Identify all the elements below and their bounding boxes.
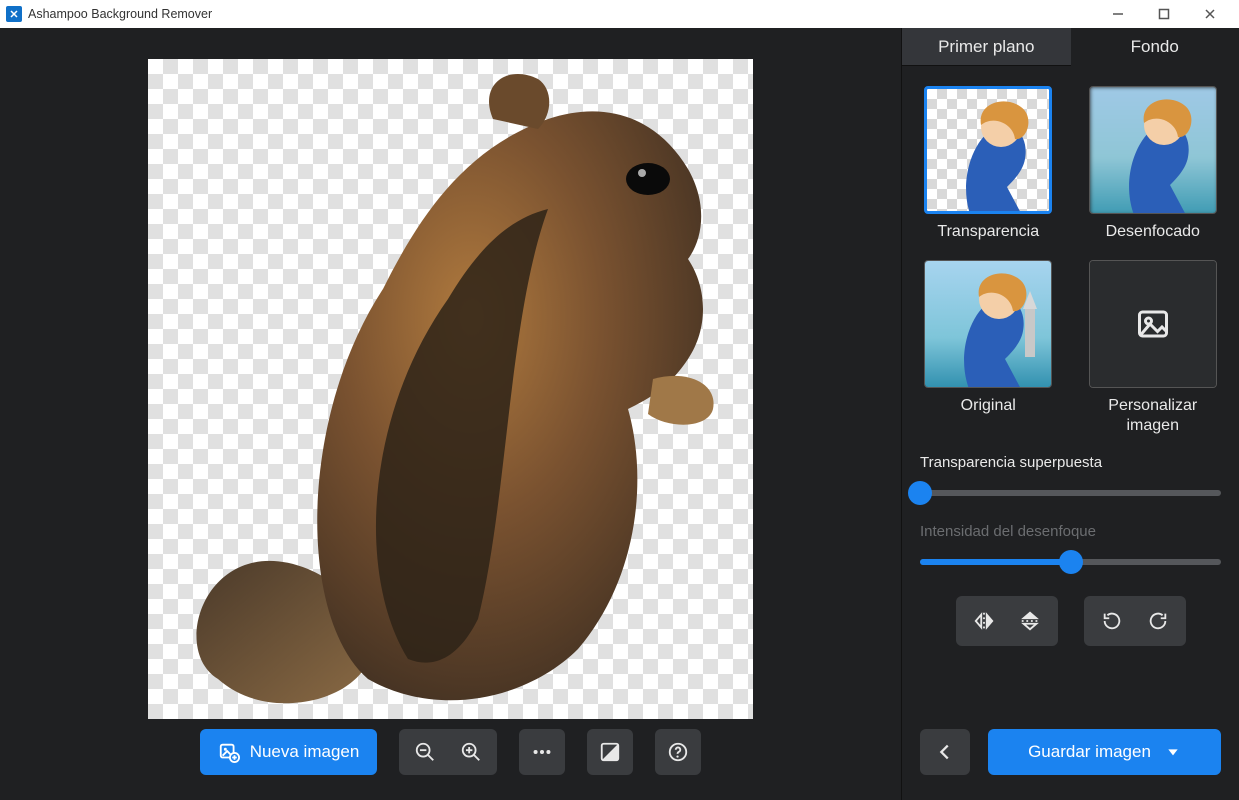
blur-slider[interactable] xyxy=(920,550,1221,574)
help-icon xyxy=(667,741,689,763)
bg-option-custom-label: Personalizarimagen xyxy=(1108,396,1197,436)
flip-vertical-button[interactable] xyxy=(1012,603,1048,639)
back-button[interactable] xyxy=(920,729,970,775)
more-icon xyxy=(531,741,553,763)
rotate-ccw-button[interactable] xyxy=(1094,603,1130,639)
caret-down-icon xyxy=(1165,744,1181,760)
image-plus-icon xyxy=(218,741,240,763)
tab-background[interactable]: Fondo xyxy=(1071,28,1239,66)
bg-option-blurred[interactable] xyxy=(1089,86,1217,214)
titlebar: Ashampoo Background Remover xyxy=(0,0,1239,28)
rotate-cw-icon xyxy=(1147,610,1169,632)
rotate-group xyxy=(1084,596,1186,646)
app-title: Ashampoo Background Remover xyxy=(28,7,212,21)
flip-horizontal-button[interactable] xyxy=(966,603,1002,639)
tabs: Primer plano Fondo xyxy=(902,28,1239,66)
app-icon xyxy=(6,6,22,22)
canvas-pane: Nueva imagen xyxy=(0,28,901,800)
subject-foreground xyxy=(148,59,753,719)
zoom-in-icon xyxy=(460,741,482,763)
window-minimize-button[interactable] xyxy=(1095,0,1141,28)
flip-horizontal-icon xyxy=(973,610,995,632)
new-image-label: Nueva imagen xyxy=(250,742,360,762)
compare-icon xyxy=(599,741,621,763)
compare-button[interactable] xyxy=(587,729,633,775)
bottom-toolbar: Nueva imagen xyxy=(200,720,702,800)
blur-slider-block: Intensidad del desenfoque xyxy=(920,523,1221,574)
save-image-button[interactable]: Guardar imagen xyxy=(988,729,1221,775)
blur-slider-label: Intensidad del desenfoque xyxy=(920,523,1221,540)
help-button[interactable] xyxy=(655,729,701,775)
overlay-slider-label: Transparencia superpuesta xyxy=(920,454,1221,471)
bg-option-transparency-label: Transparencia xyxy=(937,222,1039,242)
chevron-left-icon xyxy=(934,741,956,763)
rotate-cw-button[interactable] xyxy=(1140,603,1176,639)
image-icon xyxy=(1135,306,1171,342)
bg-option-custom[interactable] xyxy=(1089,260,1217,388)
overlay-slider-block: Transparencia superpuesta xyxy=(920,454,1221,505)
zoom-out-button[interactable] xyxy=(407,734,443,770)
window-close-button[interactable] xyxy=(1187,0,1233,28)
bg-option-original-label: Original xyxy=(961,396,1016,416)
bg-option-original[interactable] xyxy=(924,260,1052,388)
background-options: Transparencia xyxy=(920,86,1221,436)
save-image-label: Guardar imagen xyxy=(1028,742,1151,762)
transform-tools xyxy=(920,596,1221,646)
tab-foreground[interactable]: Primer plano xyxy=(902,28,1071,66)
window-maximize-button[interactable] xyxy=(1141,0,1187,28)
more-button[interactable] xyxy=(519,729,565,775)
side-panel: Primer plano Fondo xyxy=(901,28,1239,800)
zoom-group xyxy=(399,729,497,775)
panel-footer: Guardar imagen xyxy=(902,720,1239,800)
overlay-slider[interactable] xyxy=(920,481,1221,505)
flip-group xyxy=(956,596,1058,646)
new-image-button[interactable]: Nueva imagen xyxy=(200,729,378,775)
image-canvas[interactable] xyxy=(148,59,753,719)
zoom-in-button[interactable] xyxy=(453,734,489,770)
zoom-out-icon xyxy=(414,741,436,763)
rotate-ccw-icon xyxy=(1101,610,1123,632)
bg-option-transparency[interactable] xyxy=(924,86,1052,214)
flip-vertical-icon xyxy=(1019,610,1041,632)
bg-option-blurred-label: Desenfocado xyxy=(1106,222,1200,242)
